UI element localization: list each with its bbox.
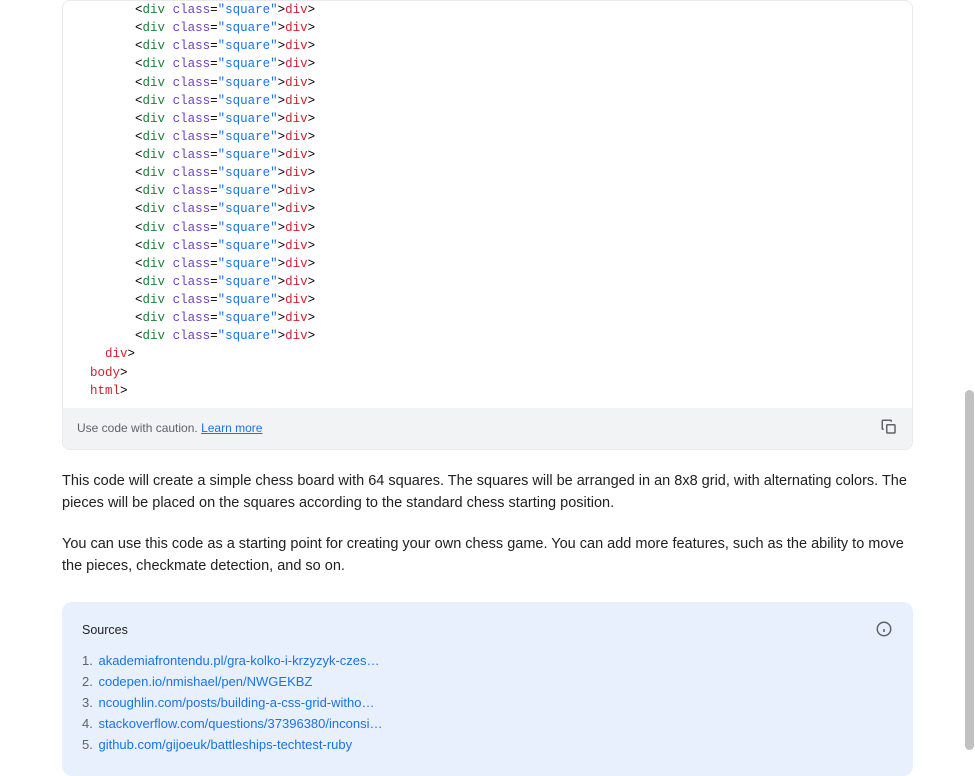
code-caution: Use code with caution. Learn more (77, 421, 262, 435)
source-link[interactable]: ncoughlin.com/posts/building-a-css-grid-… (98, 695, 374, 710)
sources-box: Sources 1. akademiafrontendu.pl/gra-kolk… (62, 602, 913, 776)
sources-label: Sources (82, 623, 128, 637)
sources-list: 1. akademiafrontendu.pl/gra-kolko-i-krzy… (82, 653, 893, 752)
source-link[interactable]: codepen.io/nmishael/pen/NWGEKBZ (98, 674, 312, 689)
source-item: 2. codepen.io/nmishael/pen/NWGEKBZ (82, 674, 893, 689)
source-number: 5. (82, 737, 96, 752)
source-number: 4. (82, 716, 96, 731)
source-item: 3. ncoughlin.com/posts/building-a-css-gr… (82, 695, 893, 710)
explanation-paragraph-2: You can use this code as a starting poin… (62, 533, 913, 578)
explanation-paragraph-1: This code will create a simple chess boa… (62, 470, 913, 515)
scrollbar[interactable] (965, 0, 974, 776)
code-content: <div class="square">div> <div class="squ… (63, 1, 912, 408)
caution-text: Use code with caution. (77, 421, 198, 435)
scrollbar-thumb[interactable] (965, 390, 974, 750)
source-number: 2. (82, 674, 96, 689)
source-link[interactable]: github.com/gijoeuk/battleships-techtest-… (98, 737, 352, 752)
copy-icon[interactable] (880, 418, 898, 439)
source-link[interactable]: akademiafrontendu.pl/gra-kolko-i-krzyzyk… (98, 653, 379, 668)
learn-more-link[interactable]: Learn more (201, 421, 262, 435)
source-item: 1. akademiafrontendu.pl/gra-kolko-i-krzy… (82, 653, 893, 668)
code-footer: Use code with caution. Learn more (63, 408, 912, 449)
info-icon[interactable] (875, 620, 893, 641)
source-link[interactable]: stackoverflow.com/questions/37396380/inc… (98, 716, 382, 731)
code-block: <div class="square">div> <div class="squ… (62, 0, 913, 450)
source-item: 5. github.com/gijoeuk/battleships-techte… (82, 737, 893, 752)
source-number: 3. (82, 695, 96, 710)
source-number: 1. (82, 653, 96, 668)
source-item: 4. stackoverflow.com/questions/37396380/… (82, 716, 893, 731)
